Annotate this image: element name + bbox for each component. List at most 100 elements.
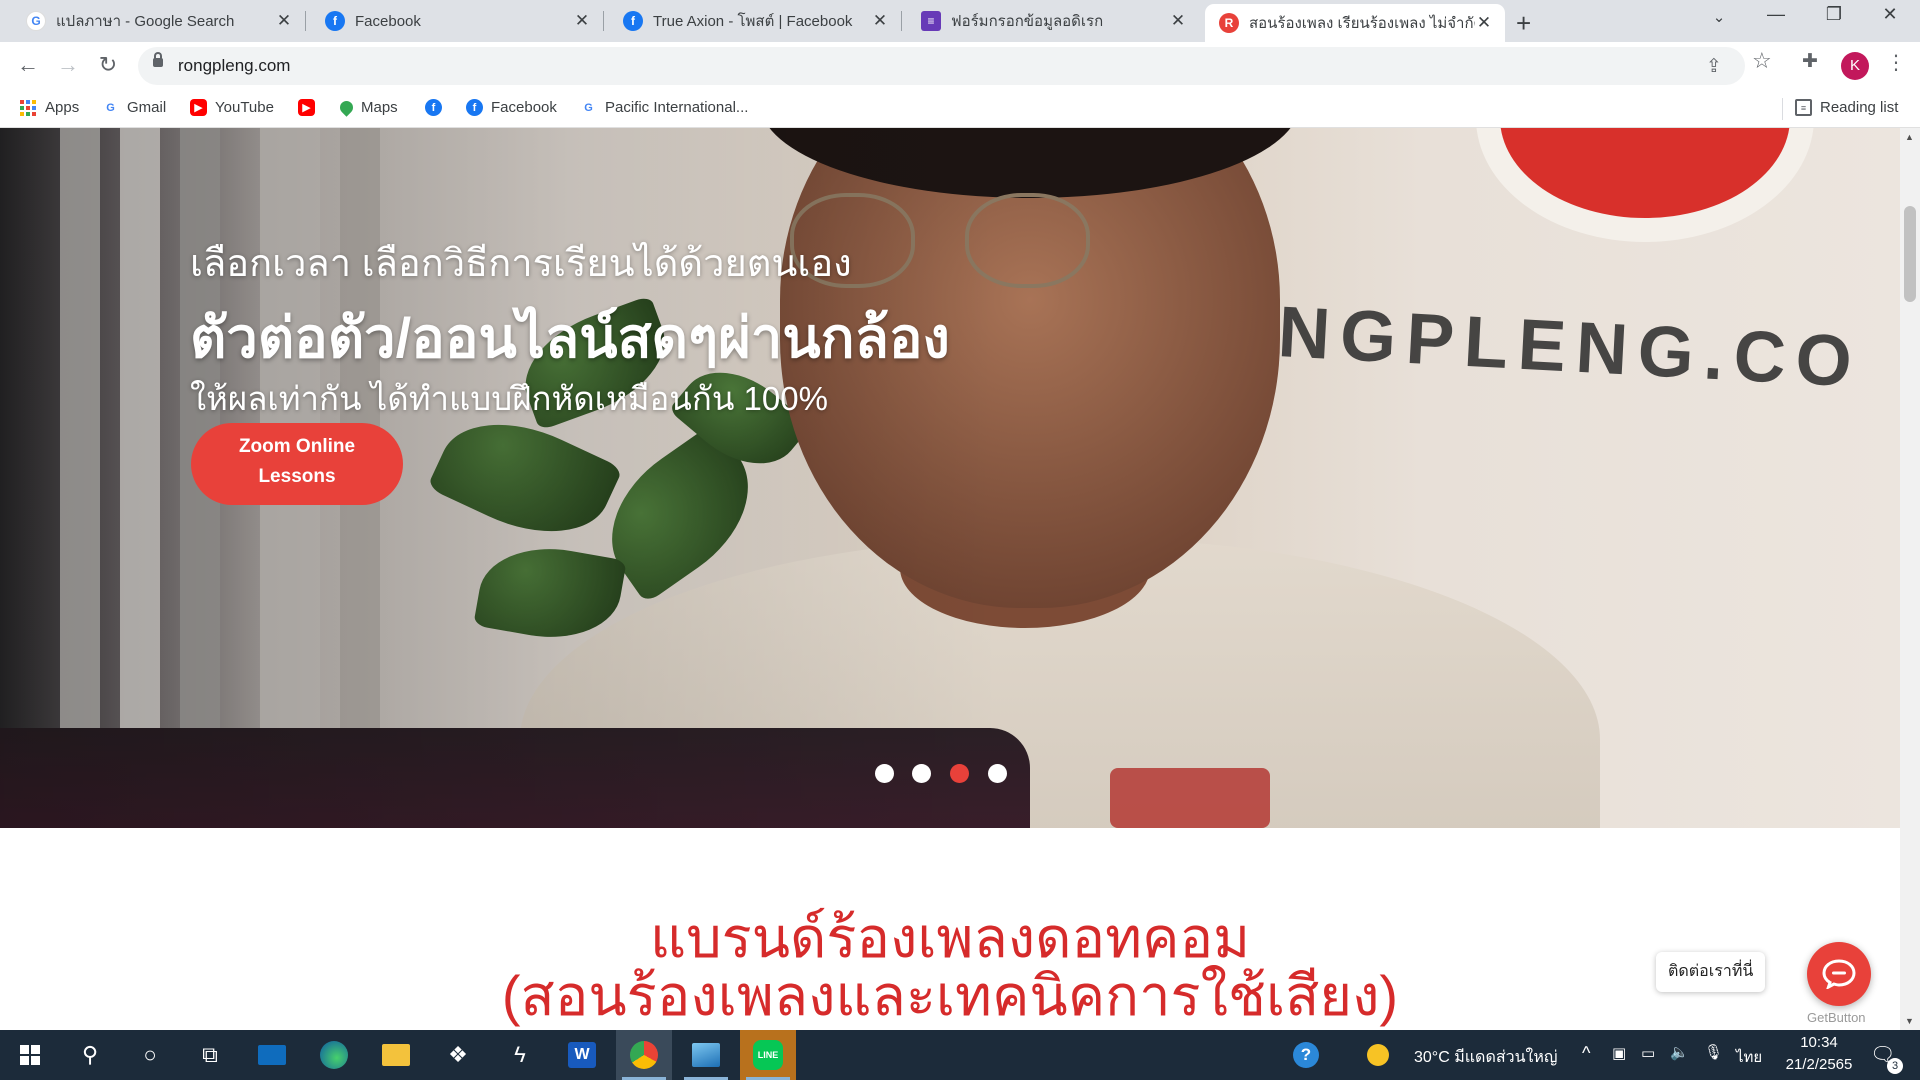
button-label-line1: Zoom Online: [238, 436, 356, 457]
help-icon[interactable]: ?: [1278, 1030, 1334, 1080]
back-icon[interactable]: ←: [14, 52, 42, 78]
forms-icon: ≡: [921, 11, 941, 31]
bookmark-star-icon[interactable]: ☆: [1752, 48, 1772, 74]
facebook-icon: f: [623, 11, 643, 31]
share-icon[interactable]: ⇪: [1706, 55, 1722, 78]
reading-list-button[interactable]: ≡ Reading list: [1795, 99, 1898, 116]
facebook-icon: f: [425, 99, 442, 116]
contact-chat-button[interactable]: [1807, 942, 1871, 1006]
brand-title-line2: (สอนร้องเพลงและเทคนิคการใช้เสียง): [501, 964, 1399, 1027]
dropbox-icon[interactable]: ❖: [430, 1030, 486, 1080]
cortana-icon[interactable]: ○: [122, 1030, 178, 1080]
menu-kebab-icon[interactable]: ⋮: [1886, 50, 1906, 75]
google-icon: G: [580, 99, 597, 116]
restore-icon[interactable]: ❐: [1814, 4, 1854, 25]
zoom-online-lessons-button[interactable]: Zoom Online Lessons: [191, 423, 403, 505]
search-icon[interactable]: ⚲: [62, 1030, 118, 1080]
battery-icon[interactable]: ▭: [1641, 1044, 1655, 1062]
forward-icon[interactable]: →: [54, 52, 82, 78]
close-icon[interactable]: ✕: [871, 11, 889, 31]
google-icon: G: [26, 11, 46, 31]
url-text: rongpleng.com: [178, 56, 291, 75]
bookmark-gmail[interactable]: G Gmail: [102, 99, 166, 116]
show-hidden-icons-icon[interactable]: ^: [1582, 1043, 1590, 1064]
minimize-icon[interactable]: —: [1756, 4, 1796, 25]
slider-dot-2[interactable]: [912, 764, 931, 783]
clock-date[interactable]: 21/2/2565: [1778, 1056, 1860, 1073]
bookmark-facebook[interactable]: f Facebook: [466, 99, 557, 116]
bookmark-youtube[interactable]: ▶ YouTube: [190, 99, 274, 116]
apps-grid-icon: [20, 99, 37, 116]
window-close-icon[interactable]: ✕: [1870, 4, 1910, 25]
tab-title: สอนร้องเพลง เรียนร้องเพลง ไม่จำกัดป: [1249, 15, 1475, 32]
bookmark-apps[interactable]: Apps: [20, 99, 79, 116]
maps-icon: [337, 98, 356, 117]
tab-search-chevron-icon[interactable]: ⌄: [1699, 8, 1739, 26]
tab-google-search[interactable]: G แปลภาษา - Google Search ✕: [0, 0, 305, 42]
button-label-line2: Lessons: [258, 466, 336, 487]
hero-subtitle: เลือกเวลา เลือกวิธีการเรียนได้ด้วยตนเอง: [190, 243, 852, 285]
tab-facebook[interactable]: f Facebook ✕: [305, 0, 603, 42]
scroll-up-icon[interactable]: ▲: [1905, 132, 1914, 142]
mail-icon[interactable]: [244, 1030, 300, 1080]
bookmark-label: Apps: [45, 99, 80, 116]
slider-dot-3[interactable]: [950, 764, 969, 783]
browser-tab-strip: G แปลภาษา - Google Search ✕ f Facebook ✕…: [0, 0, 1920, 42]
meet-now-icon[interactable]: ▣: [1612, 1044, 1626, 1062]
clock-time[interactable]: 10:34: [1784, 1034, 1854, 1051]
close-icon[interactable]: ✕: [275, 11, 293, 31]
line-app-icon[interactable]: LINE: [740, 1030, 796, 1080]
reading-list-icon: ≡: [1795, 99, 1812, 116]
chrome-icon[interactable]: [616, 1030, 672, 1080]
reload-icon[interactable]: ↻: [94, 52, 122, 78]
bookmark-label: Pacific International...: [605, 99, 749, 116]
facebook-icon: f: [325, 11, 345, 31]
tab-true-axion[interactable]: f True Axion - โพสต์ | Facebook ✕: [603, 0, 901, 42]
scroll-thumb[interactable]: [1904, 206, 1916, 302]
profile-avatar[interactable]: K: [1841, 52, 1869, 80]
extensions-icon[interactable]: ✚: [1802, 50, 1818, 73]
file-explorer-icon[interactable]: [368, 1030, 424, 1080]
tab-rongpleng[interactable]: R สอนร้องเพลง เรียนร้องเพลง ไม่จำกัดป ✕: [1205, 4, 1505, 42]
notification-count: 3: [1887, 1058, 1903, 1074]
bookmark-youtube-2[interactable]: ▶: [298, 99, 315, 116]
bookmark-label: Maps: [361, 99, 398, 116]
browser-toolbar: ← → ↻ rongpleng.com ⇪ ☆ ✚ K ⋮: [0, 42, 1920, 90]
bookmark-maps[interactable]: Maps: [337, 98, 398, 117]
getbutton-credit[interactable]: GetButton: [1807, 1010, 1866, 1025]
tab-title: Facebook: [355, 12, 421, 30]
scroll-down-icon[interactable]: ▼: [1905, 1016, 1914, 1026]
slider-dot-4[interactable]: [988, 764, 1007, 783]
tab-forms[interactable]: ≡ ฟอร์มกรอกข้อมูลอดิเรก ✕: [901, 0, 1199, 42]
chat-bubble-icon: [1822, 959, 1856, 989]
close-icon[interactable]: ✕: [1169, 11, 1187, 31]
address-bar[interactable]: rongpleng.com ⇪: [138, 47, 1745, 85]
bookmark-facebook-1[interactable]: f: [425, 99, 442, 116]
volume-icon[interactable]: 🔈: [1670, 1043, 1689, 1061]
facebook-icon: f: [466, 99, 483, 116]
reading-list-label: Reading list: [1820, 99, 1899, 116]
weather-icon[interactable]: [1363, 1030, 1393, 1080]
edge-icon[interactable]: [306, 1030, 362, 1080]
microphone-icon[interactable]: 🎙: [1704, 1043, 1723, 1061]
bookmark-label: Facebook: [491, 99, 557, 116]
app-bolt-icon[interactable]: ϟ: [492, 1030, 548, 1080]
windows-taskbar: ⚲ ○ ⧉ ❖ ϟ W LINE ? 30°C มีแดดส่วนใหญ่ ^ …: [0, 1030, 1920, 1080]
new-tab-icon[interactable]: +: [1516, 8, 1531, 39]
close-icon[interactable]: ✕: [573, 11, 591, 31]
weather-text[interactable]: 30°C มีแดดส่วนใหญ่: [1414, 1045, 1558, 1070]
youtube-icon: ▶: [190, 99, 207, 116]
page-scrollbar[interactable]: ▲ ▼: [1900, 128, 1920, 1030]
input-language[interactable]: ไทย: [1736, 1045, 1762, 1069]
slider-dot-1[interactable]: [875, 764, 894, 783]
photos-icon[interactable]: [678, 1030, 734, 1080]
start-windows-icon[interactable]: [2, 1030, 58, 1080]
task-view-icon[interactable]: ⧉: [182, 1030, 238, 1080]
bookmark-pacific[interactable]: G Pacific International...: [580, 99, 748, 116]
tab-title: True Axion - โพสต์ | Facebook: [653, 13, 853, 30]
word-icon[interactable]: W: [554, 1030, 610, 1080]
close-icon[interactable]: ✕: [1475, 13, 1493, 33]
contact-us-label[interactable]: ติดต่อเราที่นี่: [1656, 952, 1766, 992]
google-icon: G: [102, 99, 119, 116]
lock-icon: [153, 52, 163, 67]
